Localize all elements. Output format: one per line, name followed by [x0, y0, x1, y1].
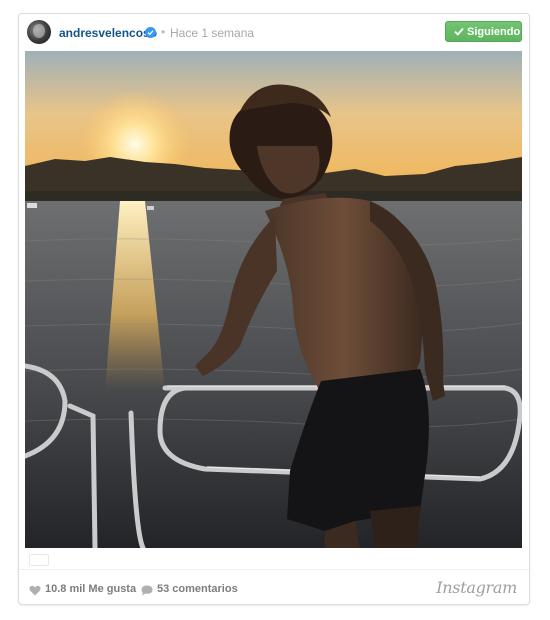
avatar[interactable]	[27, 20, 51, 44]
verified-icon	[145, 27, 156, 38]
post-footer: 10.8 mil Me gusta 53 comentarios Instagr…	[19, 569, 529, 605]
following-label: Siguiendo	[467, 26, 521, 38]
following-button[interactable]: Siguiendo	[445, 21, 522, 42]
instagram-logo[interactable]: Instagram	[436, 578, 517, 597]
username-link[interactable]: andresvelencoso	[59, 26, 157, 40]
comments-count[interactable]: 53 comentarios	[157, 583, 238, 595]
heart-icon[interactable]	[29, 583, 41, 601]
post-photo[interactable]	[25, 51, 522, 548]
caption-placeholder	[29, 554, 49, 566]
post-timestamp[interactable]: Hace 1 semana	[170, 26, 254, 40]
separator-dot: •	[161, 25, 166, 39]
check-icon	[454, 27, 464, 39]
instagram-embed-card: andresvelencoso • Hace 1 semana Siguiend…	[18, 13, 530, 605]
likes-count: 10.8 mil Me gusta	[45, 583, 137, 595]
post-header: andresvelencoso • Hace 1 semana Siguiend…	[19, 14, 529, 52]
comment-bubble-icon[interactable]	[141, 583, 153, 601]
